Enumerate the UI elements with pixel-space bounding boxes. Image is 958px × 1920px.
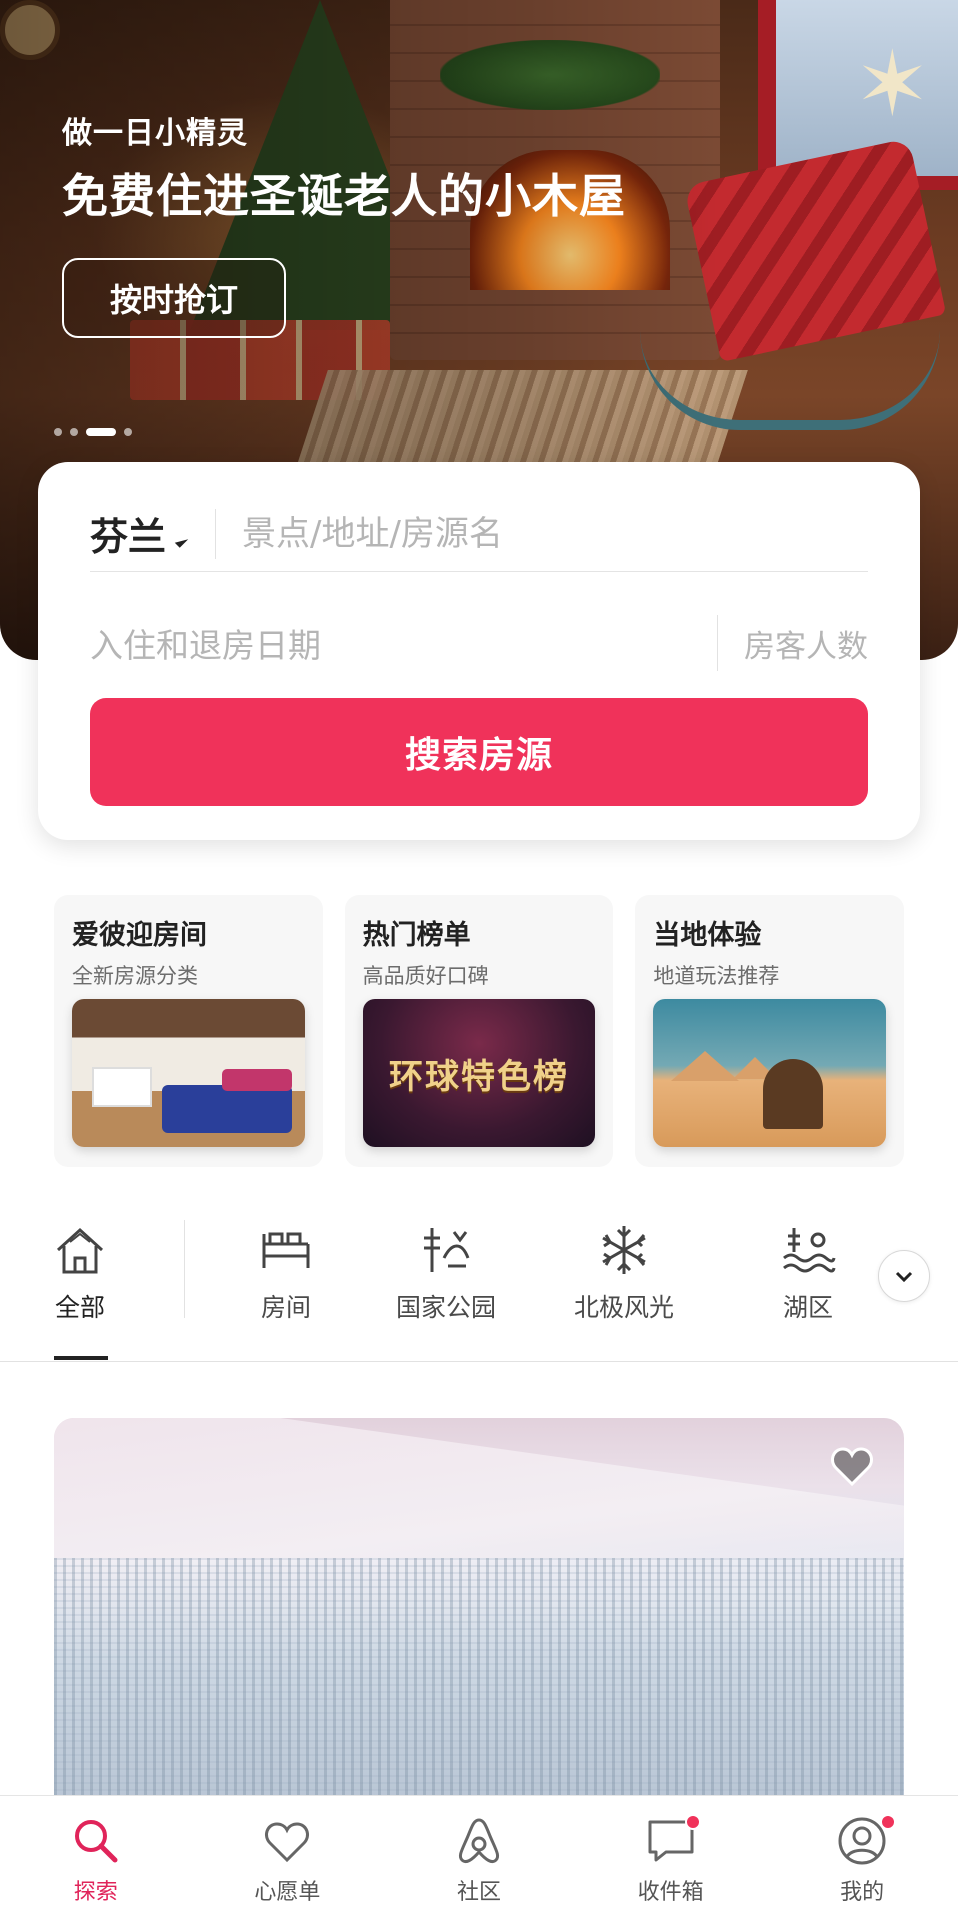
- feature-card-rooms[interactable]: 爱彼迎房间 全新房源分类: [54, 895, 323, 1167]
- nav-profile[interactable]: 我的: [766, 1796, 958, 1920]
- notification-badge: [880, 1814, 897, 1830]
- guests-field[interactable]: 房客人数: [717, 615, 868, 671]
- wishlist-button[interactable]: [824, 1438, 880, 1494]
- nav-label: 社区: [456, 1880, 501, 1905]
- dates-guests-row: 入住和退房日期 房客人数: [90, 608, 868, 678]
- carousel-dot[interactable]: [124, 428, 132, 436]
- snowflake-icon: [602, 1226, 646, 1274]
- feature-card-title: 热门榜单: [362, 920, 471, 951]
- chevron-down-icon: [895, 1271, 913, 1283]
- feature-cards: 爱彼迎房间 全新房源分类 热门榜单 高品质好口碑 环球特色榜 当地体验 地道玩法…: [54, 895, 905, 1167]
- feature-card-title: 当地体验: [653, 920, 762, 951]
- feature-card-experiences[interactable]: 当地体验 地道玩法推荐: [635, 895, 905, 1167]
- category-tab-arctic[interactable]: 北极风光: [574, 1222, 674, 1324]
- category-label: 全部: [54, 1293, 105, 1322]
- caret-down-icon: [174, 533, 189, 548]
- airbnb-logo-icon: [458, 1818, 500, 1864]
- nav-wishlist[interactable]: 心愿单: [192, 1796, 384, 1920]
- place-search-input[interactable]: [242, 513, 868, 554]
- category-divider: [184, 1220, 185, 1318]
- hero-book-button[interactable]: 按时抢订: [62, 258, 286, 338]
- nav-explore[interactable]: 探索: [0, 1796, 192, 1920]
- category-tab-rooms[interactable]: 房间: [258, 1222, 314, 1324]
- ranking-banner-text: 环球特色榜: [389, 1056, 569, 1097]
- nav-label: 探索: [73, 1880, 118, 1905]
- heart-icon: [265, 1822, 310, 1863]
- feature-card-title: 爱彼迎房间: [72, 920, 207, 951]
- carousel-dot-active[interactable]: [86, 428, 116, 436]
- feature-card-rankings[interactable]: 热门榜单 高品质好口碑 环球特色榜: [344, 895, 614, 1167]
- nav-community[interactable]: 社区: [383, 1796, 575, 1920]
- dates-field[interactable]: 入住和退房日期: [90, 619, 717, 667]
- category-tab-all[interactable]: 全部: [52, 1222, 108, 1324]
- lake-icon: [783, 1228, 836, 1273]
- active-tab-indicator: [54, 1356, 108, 1360]
- nav-label: 心愿单: [254, 1880, 321, 1905]
- search-icon: [74, 1820, 118, 1863]
- search-card: 芬兰 入住和退房日期 房客人数 搜索房源: [38, 462, 920, 840]
- country-label: 芬兰: [90, 515, 167, 559]
- carousel-indicator: [54, 428, 132, 436]
- home-icon: [56, 1227, 104, 1274]
- category-divider-line: [0, 1361, 958, 1362]
- category-tab-lakes[interactable]: 湖区: [780, 1222, 836, 1324]
- expand-categories-button[interactable]: [878, 1250, 930, 1302]
- carousel-dot[interactable]: [70, 428, 78, 436]
- category-tabs: 全部 房间 国家公园 北极风光 湖区: [0, 1210, 958, 1360]
- notification-badge: [684, 1814, 701, 1830]
- category-label: 湖区: [782, 1293, 833, 1322]
- carousel-dot[interactable]: [54, 428, 62, 436]
- search-listings-button[interactable]: 搜索房源: [90, 698, 868, 806]
- category-label: 房间: [260, 1293, 311, 1322]
- bed-icon: [262, 1232, 310, 1268]
- nav-label: 收件箱: [637, 1880, 704, 1905]
- room-photo: [72, 999, 305, 1147]
- ranking-banner-image: 环球特色榜: [362, 999, 596, 1147]
- category-label: 北极风光: [574, 1293, 675, 1322]
- category-label: 国家公园: [396, 1293, 497, 1322]
- heart-icon: [831, 1447, 873, 1487]
- bottom-navigation: 探索 心愿单 社区 收件箱 我的: [0, 1795, 958, 1920]
- feature-card-subtitle: 全新房源分类: [72, 964, 198, 988]
- park-sign-icon: [424, 1228, 470, 1272]
- snowy-forest: [54, 1558, 904, 1798]
- feature-card-subtitle: 地道玩法推荐: [653, 964, 780, 988]
- desert-camel-photo: [653, 999, 887, 1147]
- divider: [215, 508, 217, 559]
- listing-card-image[interactable]: [54, 1418, 904, 1798]
- nav-label: 我的: [840, 1880, 885, 1905]
- hero-eyebrow: 做一日小精灵: [62, 116, 248, 151]
- country-selector[interactable]: 芬兰: [90, 506, 189, 561]
- nav-inbox[interactable]: 收件箱: [575, 1796, 767, 1920]
- hero-title: 免费住进圣诞老人的小木屋: [62, 169, 626, 223]
- feature-card-subtitle: 高品质好口碑: [362, 964, 489, 988]
- destination-row: 芬兰: [90, 502, 868, 572]
- category-tab-national-parks[interactable]: 国家公园: [396, 1222, 496, 1324]
